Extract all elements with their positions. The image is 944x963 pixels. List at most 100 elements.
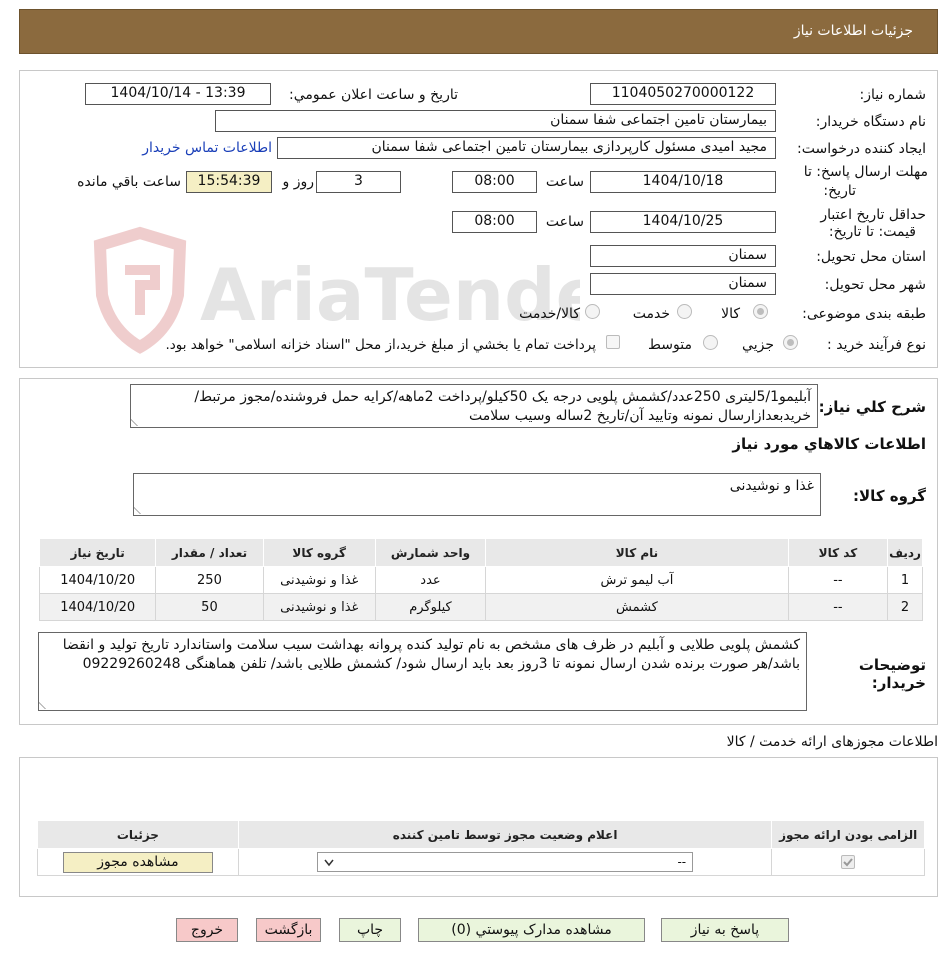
cell-row: 2 bbox=[887, 593, 923, 621]
permit-status-value: -- bbox=[677, 855, 687, 869]
deadline-label: مهلت ارسال پاسخ: تا bbox=[803, 164, 928, 180]
goods-group-label: گروه کالا: bbox=[853, 487, 926, 505]
col-permit-status: اعلام وضعیت مجوز توسط تامین کننده bbox=[237, 820, 773, 849]
cell-permit-status: -- bbox=[237, 848, 773, 876]
province-label: استان محل تحويل: bbox=[816, 249, 926, 265]
resize-grip-icon[interactable] bbox=[39, 701, 53, 709]
table-row: -- مشاهده مجوز bbox=[37, 848, 925, 876]
buyer-org-field: بیمارستان تامین اجتماعی شفا سمنان bbox=[215, 110, 776, 132]
permits-table: الزامی بودن ارائه مجوز اعلام وضعیت مجوز … bbox=[37, 820, 925, 876]
page-header: جزئیات اطلاعات نیاز bbox=[19, 9, 938, 54]
need-number-label: شماره نیاز: bbox=[859, 87, 927, 103]
category-option-goods: کالا bbox=[721, 306, 740, 322]
col-date: تاريخ نياز bbox=[38, 538, 157, 567]
table-row[interactable]: 2 -- کشمش کیلوگرم غذا و نوشیدنی 50 1404/… bbox=[38, 593, 923, 621]
goods-group-field: غذا و نوشیدنی bbox=[133, 473, 821, 516]
col-code: کد کالا bbox=[787, 538, 889, 567]
col-unit: واحد شمارش bbox=[374, 538, 487, 567]
cell-row: 1 bbox=[887, 566, 923, 594]
col-qty: تعداد / مقدار bbox=[155, 538, 264, 567]
validity-time-field: 08:00 bbox=[452, 211, 537, 233]
process-label: نوع فرآيند خريد : bbox=[827, 337, 926, 353]
remaining-time-field: 15:54:39 bbox=[186, 171, 272, 193]
description-label: شرح کلي نياز: bbox=[818, 398, 926, 416]
buyer-notes-textarea: کشمش پلویی طلایی و آبلیم در ظرف های مشخص… bbox=[38, 632, 807, 711]
attachments-button[interactable]: مشاهده مدارک پيوستي (0) bbox=[418, 918, 645, 942]
required-checkbox bbox=[841, 855, 856, 869]
col-name: نام کالا bbox=[485, 538, 789, 567]
goods-table: رديف کد کالا نام کالا واحد شمارش گروه کا… bbox=[38, 538, 923, 621]
cell-qty: 250 bbox=[155, 566, 264, 594]
process-radio-medium[interactable] bbox=[703, 335, 718, 350]
col-permit-details: جزئیات bbox=[37, 820, 239, 849]
validity-label: حداقل تاريخ اعتبار bbox=[820, 207, 926, 223]
watermark-text: AriaTender.neT bbox=[200, 253, 580, 337]
city-field: سمنان bbox=[590, 273, 776, 295]
validity-time-label: ساعت bbox=[545, 214, 584, 230]
cell-code: -- bbox=[787, 566, 889, 594]
permits-table-header: الزامی بودن ارائه مجوز اعلام وضعیت مجوز … bbox=[37, 820, 925, 849]
buyer-org-label: نام دستگاه خريدار: bbox=[815, 114, 926, 130]
category-option-service: خدمت bbox=[632, 306, 670, 322]
goods-table-header: رديف کد کالا نام کالا واحد شمارش گروه کا… bbox=[38, 538, 923, 567]
requester-label: ايجاد کننده درخواست: bbox=[797, 141, 926, 157]
requester-field: مجید امیدی مسئول کارپردازی بیمارستان تام… bbox=[277, 137, 776, 159]
process-radio-minor[interactable] bbox=[783, 335, 798, 350]
cell-date: 1404/10/20 bbox=[38, 593, 157, 621]
chevron-down-icon bbox=[324, 859, 334, 867]
treasury-checkbox[interactable] bbox=[606, 335, 620, 349]
col-permit-required: الزامی بودن ارائه مجوز bbox=[771, 820, 925, 849]
cell-qty: 50 bbox=[155, 593, 264, 621]
province-field: سمنان bbox=[590, 245, 776, 267]
print-button[interactable]: چاپ bbox=[339, 918, 401, 942]
buyer-contact-link[interactable]: اطلاعات تماس خريدار bbox=[142, 140, 272, 156]
category-radio-service[interactable] bbox=[677, 304, 692, 319]
reply-button[interactable]: پاسخ به نياز bbox=[661, 918, 789, 942]
goods-group-value: غذا و نوشیدنی bbox=[729, 478, 814, 494]
validity-date-field: 1404/10/25 bbox=[590, 211, 776, 233]
city-label: شهر محل تحويل: bbox=[824, 277, 926, 293]
view-permit-button[interactable]: مشاهده مجوز bbox=[62, 851, 213, 873]
watermark-logo: AriaTender.neT bbox=[93, 226, 580, 354]
cell-permit-required bbox=[771, 848, 925, 876]
deadline-date-field: 1404/10/18 bbox=[590, 171, 776, 193]
deadline-time-field: 08:00 bbox=[452, 171, 537, 193]
category-radio-goods[interactable] bbox=[753, 304, 768, 319]
resize-grip-icon[interactable] bbox=[134, 506, 148, 514]
category-radio-both[interactable] bbox=[585, 304, 600, 319]
cell-name: کشمش bbox=[485, 593, 789, 621]
process-option-medium: متوسط bbox=[648, 337, 692, 353]
cell-code: -- bbox=[787, 593, 889, 621]
permits-section-title: اطلاعات مجوزهای ارائه خدمت / کالا bbox=[726, 734, 938, 750]
buyer-notes-label: توضيحات bbox=[858, 656, 926, 674]
cell-name: آب لیمو ترش bbox=[485, 566, 789, 594]
permit-status-select[interactable]: -- bbox=[317, 852, 694, 872]
cell-permit-details: مشاهده مجوز bbox=[37, 848, 239, 876]
deadline-time-label: ساعت bbox=[545, 174, 584, 190]
cell-date: 1404/10/20 bbox=[38, 566, 157, 594]
description-text: آبلیمو5/1لیتری 250عدد/کشمش پلویی درجه یک… bbox=[194, 389, 811, 424]
process-option-minor: جزيي bbox=[742, 337, 774, 353]
col-row: رديف bbox=[887, 538, 923, 567]
need-number-field: 1104050270000122 bbox=[590, 83, 776, 105]
announce-field: 1404/10/14 - 13:39 bbox=[85, 83, 271, 105]
buyer-notes-text: کشمش پلویی طلایی و آبلیم در ظرف های مشخص… bbox=[62, 637, 800, 672]
check-icon bbox=[843, 858, 853, 867]
category-label: طبقه بندی موضوعی: bbox=[802, 306, 926, 322]
exit-button[interactable]: خروج bbox=[176, 918, 238, 942]
buyer-notes-label-2: خريدار: bbox=[871, 674, 926, 692]
days-label: روز و bbox=[282, 174, 315, 190]
treasury-note: پرداخت تمام يا بخشي از مبلغ خريد،از محل … bbox=[165, 337, 596, 353]
table-row[interactable]: 1 -- آب لیمو ترش عدد غذا و نوشیدنی 250 1… bbox=[38, 566, 923, 594]
page-title: جزئیات اطلاعات نیاز bbox=[793, 23, 913, 39]
resize-grip-icon[interactable] bbox=[131, 418, 145, 426]
category-option-both: کالا/خدمت bbox=[519, 306, 580, 322]
description-textarea: آبلیمو5/1لیتری 250عدد/کشمش پلویی درجه یک… bbox=[130, 384, 818, 428]
goods-section-title: اطلاعات کالاهاي مورد نياز bbox=[732, 435, 926, 453]
validity-label-2: قيمت: تا تاريخ: bbox=[828, 224, 916, 240]
remaining-label: ساعت باقي مانده bbox=[77, 174, 181, 190]
cell-unit: عدد bbox=[374, 566, 487, 594]
back-button[interactable]: بازگشت bbox=[256, 918, 321, 942]
announce-label: تاریخ و ساعت اعلان عمومي: bbox=[289, 87, 458, 103]
cell-unit: کیلوگرم bbox=[374, 593, 487, 621]
